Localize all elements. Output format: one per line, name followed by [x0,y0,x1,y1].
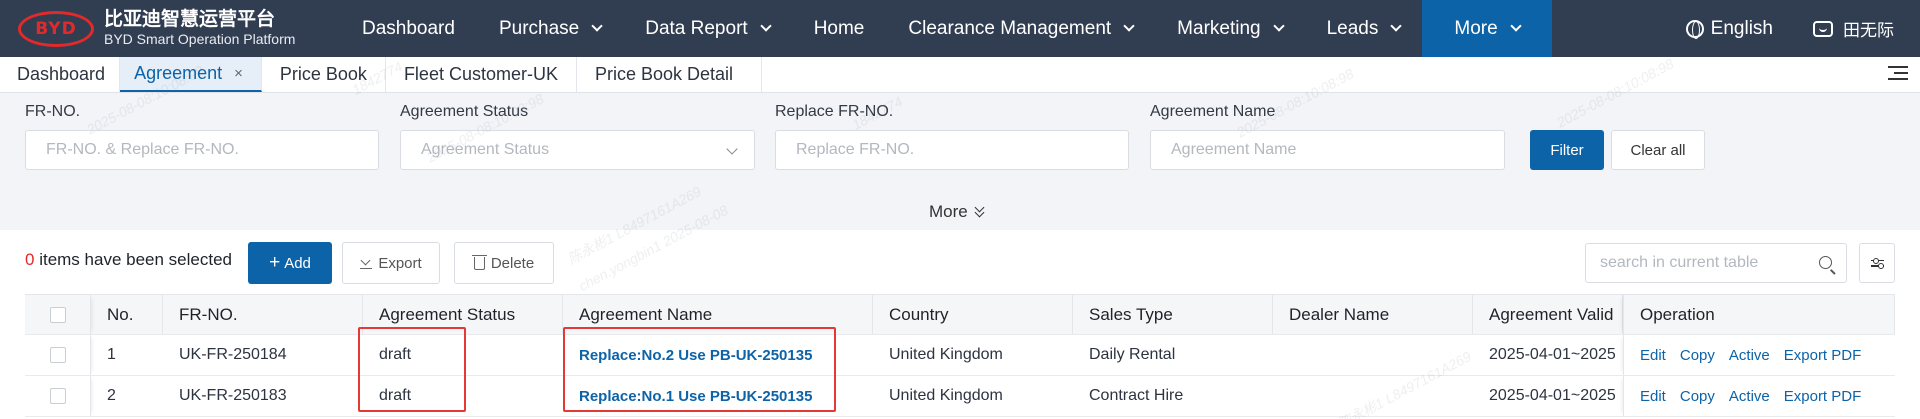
chevron-down-icon [591,20,603,32]
filter-button[interactable]: Filter [1530,130,1604,170]
cell-dealer-name [1273,376,1473,416]
column-settings-button[interactable] [1859,243,1895,283]
table-header: No. FR-NO. Agreement Status Agreement Na… [25,295,1895,335]
row-checkbox[interactable] [49,347,66,363]
tab-price-book-detail[interactable]: Price Book Detail [576,57,763,92]
brand-name-cn: 比亚迪智慧运营平台 [104,8,276,31]
header-country[interactable]: Country [873,295,1073,334]
delete-button[interactable]: Delete [454,242,554,284]
table-row[interactable]: 2 UK-FR-250183 draft Replace:No.1 Use PB… [25,376,1895,417]
nav-leads[interactable]: Leads [1305,0,1423,57]
cell-dealer-name [1273,335,1473,375]
agreement-name-link[interactable]: Replace:No.1 Use PB-UK-250135 [579,388,812,405]
table-search-input[interactable]: search in current table [1585,243,1847,283]
export-button[interactable]: Export [342,242,440,284]
header-dealer-name[interactable]: Dealer Name [1273,295,1473,334]
agreement-name-link[interactable]: Replace:No.2 Use PB-UK-250135 [579,347,812,364]
nav-more[interactable]: More [1422,0,1552,57]
cell-sales-type: Contract Hire [1089,387,1184,404]
selection-summary: 0 items have been selected [25,250,232,269]
tab-agreement[interactable]: Agreement × [120,57,262,92]
header-sales-type[interactable]: Sales Type [1073,295,1273,334]
download-icon [360,257,373,269]
agreement-status-label: Agreement Status [400,103,529,120]
copy-link[interactable]: Copy [1680,347,1715,364]
content-panel: 0 items have been selected + Add Export D… [0,230,1920,419]
header-operation: Operation [1623,295,1895,334]
chevron-down-icon [760,20,772,32]
nav-marketing[interactable]: Marketing [1155,0,1304,57]
cell-fr-no: UK-FR-250184 [179,346,287,363]
trash-icon [471,254,487,270]
sliders-icon [1870,258,1884,263]
cell-sales-type: Daily Rental [1089,346,1176,363]
fr-no-input[interactable]: FR-NO. & Replace FR-NO. [25,130,379,170]
top-navigation: BYD 比亚迪智慧运营平台 BYD Smart Operation Platfo… [0,0,1920,57]
add-button[interactable]: + Add [248,242,332,284]
plus-icon: + [269,252,281,273]
cell-status: draft [379,346,412,363]
user-menu[interactable]: 田无际 [1813,16,1894,41]
chevron-down-icon [726,143,738,155]
active-link[interactable]: Active [1729,388,1770,405]
table-row[interactable]: 1 UK-FR-250184 draft Replace:No.2 Use PB… [25,335,1895,376]
nav-dashboard[interactable]: Dashboard [340,0,477,57]
more-filters-toggle[interactable]: More [929,202,986,222]
nav-clearance-management[interactable]: Clearance Management [886,0,1155,57]
cell-agreement-valid: 2025-04-01~2025 [1489,346,1616,363]
tab-dashboard[interactable]: Dashboard [0,57,121,92]
chevron-down-icon [1390,20,1403,32]
cell-status: draft [379,387,412,404]
chevron-down-icon [1510,20,1522,32]
agreement-status-select[interactable]: Agreement Status [400,130,755,170]
edit-link[interactable]: Edit [1640,388,1666,405]
edit-link[interactable]: Edit [1640,347,1666,364]
message-icon [1813,20,1833,37]
agreement-name-label: Agreement Name [1150,103,1276,120]
cell-no: 1 [107,346,116,363]
close-icon[interactable]: × [234,65,243,82]
cell-fr-no: UK-FR-250183 [179,387,287,404]
cell-country: United Kingdom [889,387,1003,404]
agreement-table: No. FR-NO. Agreement Status Agreement Na… [25,294,1895,417]
language-switcher[interactable]: English [1685,18,1773,40]
nav-data-report[interactable]: Data Report [623,0,791,57]
chevron-down-icon [1123,20,1135,32]
active-link[interactable]: Active [1729,347,1770,364]
select-all-checkbox[interactable] [49,306,66,323]
filter-panel: FR-NO. FR-NO. & Replace FR-NO. Agreement… [0,93,1920,230]
header-agreement-status[interactable]: Agreement Status [363,295,563,334]
cell-country: United Kingdom [889,346,1003,363]
brand[interactable]: BYD 比亚迪智慧运营平台 BYD Smart Operation Platfo… [0,0,340,57]
search-icon[interactable] [1819,256,1832,269]
copy-link[interactable]: Copy [1680,388,1715,405]
tab-price-book[interactable]: Price Book [261,57,386,92]
export-pdf-link[interactable]: Export PDF [1784,347,1862,364]
byd-logo: BYD [18,10,94,47]
replace-fr-no-label: Replace FR-NO. [775,103,894,120]
tab-fleet-customer-uk[interactable]: Fleet Customer-UK [385,57,577,92]
nav-purchase[interactable]: Purchase [477,0,623,57]
double-chevron-down-icon [974,202,986,218]
globe-icon [1685,19,1704,39]
agreement-name-input[interactable]: Agreement Name [1150,130,1505,170]
clear-all-button[interactable]: Clear all [1611,130,1705,170]
header-no[interactable]: No. [91,295,163,334]
cell-agreement-valid: 2025-04-01~2025 [1489,387,1616,404]
tab-menu-icon[interactable] [1888,66,1908,82]
replace-fr-no-input[interactable]: Replace FR-NO. [775,130,1129,170]
row-checkbox[interactable] [49,388,66,404]
brand-name-en: BYD Smart Operation Platform [104,31,296,48]
chevron-down-icon [1272,20,1285,32]
header-agreement-name[interactable]: Agreement Name [563,295,873,334]
page-tabs: Dashboard Agreement × Price Book Fleet C… [0,57,1920,93]
header-fr-no[interactable]: FR-NO. [163,295,363,334]
cell-no: 2 [107,387,116,404]
header-agreement-valid[interactable]: Agreement Valid [1473,295,1623,334]
nav-home[interactable]: Home [792,0,887,57]
export-pdf-link[interactable]: Export PDF [1784,388,1862,405]
fr-no-label: FR-NO. [25,103,81,120]
